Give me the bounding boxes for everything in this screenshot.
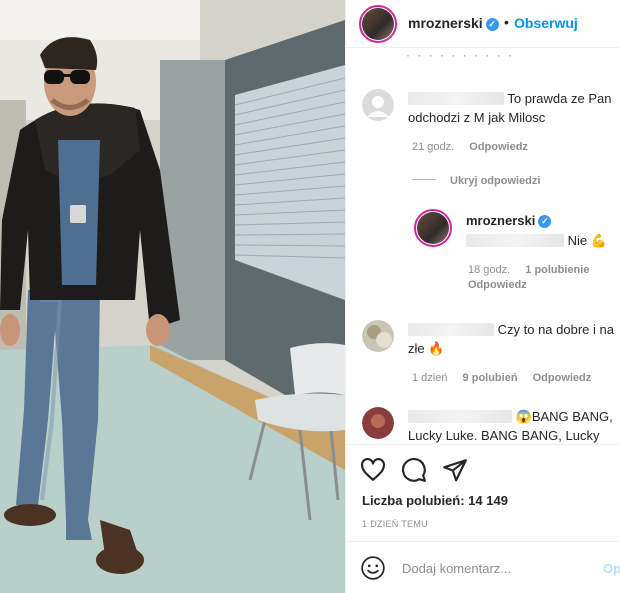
reply-button[interactable]: Odpowiedz [469, 141, 528, 153]
comment-meta: 21 godz. Odpowiedz [412, 141, 540, 153]
reply-time: 18 godz. [468, 264, 511, 276]
comments-list[interactable]: · · · · · · · · · · To prawda ze Pan odc… [346, 49, 620, 444]
hide-replies-button[interactable]: Ukryj odpowiedzi [412, 175, 540, 187]
hidden-username [408, 323, 494, 336]
comment-text: 😱BANG BANG, Lucky Luke. BANG BANG, Lucky [408, 407, 620, 444]
fire-emoji: 🔥 [428, 341, 445, 356]
post-header: mroznerski ✓ • Obserwuj [346, 0, 620, 48]
likes-count[interactable]: Liczba polubień: 14 149 [362, 493, 508, 508]
verified-badge-icon: ✓ [485, 18, 499, 31]
comment-time: 1 dzień [412, 372, 448, 384]
reply-text: Nie 💪 [466, 231, 616, 250]
clipped-previous-comment: · · · · · · · · · · [406, 53, 596, 59]
add-comment-bar: Opublikuj [346, 541, 620, 593]
reply-author-avatar[interactable] [414, 209, 452, 247]
post-image [0, 0, 345, 593]
reply-username-link[interactable]: mroznerski ✓ [466, 211, 552, 230]
comment-meta: 1 dzień 9 polubień Odpowiedz [412, 372, 603, 384]
verified-badge-icon: ✓ [538, 215, 552, 228]
screaming-face-emoji: 😱 [515, 409, 532, 424]
hidden-username [408, 92, 504, 105]
follow-button[interactable]: Obserwuj [514, 15, 578, 31]
hidden-username [408, 410, 512, 423]
comment-time: 21 godz. [412, 141, 455, 153]
default-avatar-icon[interactable] [362, 89, 394, 121]
heart-icon[interactable] [360, 457, 386, 483]
author-username[interactable]: mroznerski [408, 15, 483, 31]
comment-input[interactable] [402, 556, 582, 580]
flexed-biceps-emoji: 💪 [590, 233, 607, 248]
comment-text: To prawda ze Pan odchodzi z M jak Milosc [408, 89, 618, 127]
reply-button[interactable]: Odpowiedz [533, 372, 592, 384]
send-icon[interactable] [442, 457, 468, 483]
smiley-icon[interactable] [360, 555, 386, 581]
reply-likes-count[interactable]: 1 polubienie [525, 264, 589, 276]
commenter-avatar[interactable] [362, 320, 394, 352]
post-actions: Liczba polubień: 14 149 1 DZIEŃ TEMU [346, 444, 620, 544]
commenter-avatar[interactable] [362, 407, 394, 439]
separator-dot: • [504, 14, 509, 30]
reply-meta: 18 godz. 1 polubienie [468, 264, 601, 276]
comment-likes-count[interactable]: 9 polubień [463, 372, 518, 384]
post-side-panel: mroznerski✓ • Obserwuj · · · · · · · · ·… [345, 0, 620, 593]
comment-icon[interactable] [401, 457, 427, 483]
author-username-link[interactable]: mroznerski ✓ [408, 15, 499, 31]
reply-username[interactable]: mroznerski [466, 213, 535, 228]
reply-body: Nie [567, 233, 588, 248]
post-date: 1 DZIEŃ TEMU [362, 519, 428, 529]
reply-button[interactable]: Odpowiedz [468, 279, 527, 291]
reply-meta-2: Odpowiedz [468, 279, 539, 291]
publish-button[interactable]: Opublikuj [603, 561, 620, 576]
hidden-mention [466, 234, 564, 247]
post-photo[interactable] [0, 0, 345, 593]
author-avatar[interactable] [359, 5, 397, 43]
comment-text: Czy to na dobre i na złe 🔥 [408, 320, 618, 358]
